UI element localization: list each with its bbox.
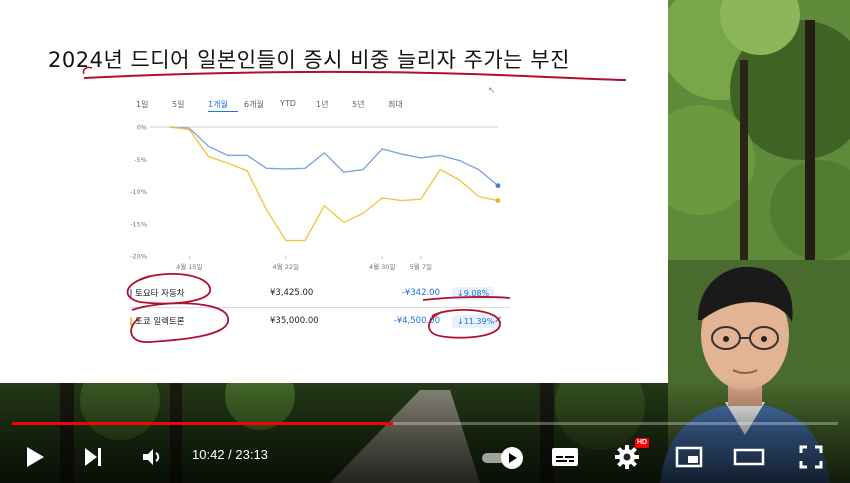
range-tab-7[interactable]: 최대	[388, 99, 424, 112]
slide-title: 2024년 드디어 일본인들이 증시 비중 늘리자 주가는 부진	[48, 48, 570, 72]
legend-row-tokyo-electron[interactable]: 도쿄 일렉트론 ¥35,000.00 -¥4,500.00 ↓11.39%	[130, 310, 510, 332]
remove-icon[interactable]: ✕	[494, 315, 502, 326]
legend-name: 토요타 자동차	[135, 289, 185, 299]
series-line-1	[169, 126, 499, 242]
video-player[interactable]: 2024년 드디어 일본인들이 증시 비중 늘리자 주가는 부진 1일 5일 1개월…	[0, 0, 850, 483]
controls-gradient	[0, 380, 850, 483]
presentation-slide: 2024년 드디어 일본인들이 증시 비중 늘리자 주가는 부진 1일 5일 1개월…	[0, 0, 668, 383]
range-tab-3[interactable]: 6개월	[244, 99, 280, 112]
miniplayer-icon	[675, 446, 703, 468]
range-tab-6[interactable]: 5년	[352, 99, 388, 112]
subtitles-icon	[552, 448, 578, 466]
fullscreen-button[interactable]	[792, 440, 830, 474]
series-end-point-0	[495, 183, 501, 189]
series-swatch	[130, 316, 132, 326]
stock-chart: 0% -5% -10% -15% -20% 4월 15일 4월 22일 4월 30일 5월 7일	[130, 124, 501, 271]
play-icon	[27, 447, 44, 467]
autoplay-icon	[482, 447, 523, 469]
range-tab-0[interactable]: 1일	[136, 99, 172, 112]
next-icon	[85, 448, 101, 466]
series-end-point-1	[495, 198, 501, 203]
mouse-cursor-icon: ↖	[488, 86, 496, 96]
legend-price: ¥3,425.00	[270, 288, 314, 298]
x-tick-label: 4월 22일	[273, 262, 299, 271]
y-tick-label: -10%	[130, 188, 147, 196]
next-button[interactable]	[76, 440, 110, 474]
progress-bar[interactable]	[12, 422, 838, 425]
series-line-0	[169, 126, 499, 187]
y-tick-label: 0%	[137, 124, 147, 132]
range-tab-2[interactable]: 1개월	[208, 99, 238, 112]
range-tab-1[interactable]: 5일	[172, 99, 208, 112]
hd-badge: HD	[635, 438, 650, 448]
x-tick-label: 4월 30일	[369, 262, 395, 271]
legend-percent-badge: ↓11.39%	[452, 314, 500, 328]
volume-icon	[143, 449, 160, 465]
legend-name: 도쿄 일렉트론	[135, 317, 185, 327]
play-button[interactable]	[18, 440, 52, 474]
subtitles-button[interactable]	[546, 440, 584, 474]
time-display: 10:42 / 23:13	[192, 447, 268, 462]
legend-change: -¥342.00	[401, 288, 440, 298]
y-tick-label: -5%	[134, 156, 147, 164]
legend-divider	[130, 307, 510, 308]
theater-mode-button[interactable]	[730, 440, 768, 474]
series-swatch	[130, 288, 132, 298]
x-tick-label: 5월 7일	[410, 262, 432, 271]
fullscreen-icon	[799, 445, 823, 469]
progress-played	[12, 422, 393, 425]
y-tick-label: -20%	[130, 253, 147, 261]
range-tab-4[interactable]: YTD	[280, 99, 316, 112]
legend-row-toyota[interactable]: 토요타 자동차 ¥3,425.00 -¥342.00 ↓9.08%	[130, 282, 510, 304]
x-tick-label: 4월 15일	[176, 262, 202, 271]
theater-icon	[733, 448, 765, 466]
range-tab-5[interactable]: 1년	[316, 99, 352, 112]
legend-change: -¥4,500.00	[393, 316, 440, 326]
range-tabs: 1일 5일 1개월 6개월 YTD 1년 5년 최대	[136, 99, 424, 112]
mute-button[interactable]	[134, 440, 168, 474]
legend-percent-badge: ↓9.08%	[452, 286, 495, 300]
legend-price: ¥35,000.00	[270, 316, 319, 326]
autoplay-toggle[interactable]	[478, 440, 526, 474]
miniplayer-button[interactable]	[670, 440, 708, 474]
y-tick-label: -15%	[130, 220, 147, 228]
